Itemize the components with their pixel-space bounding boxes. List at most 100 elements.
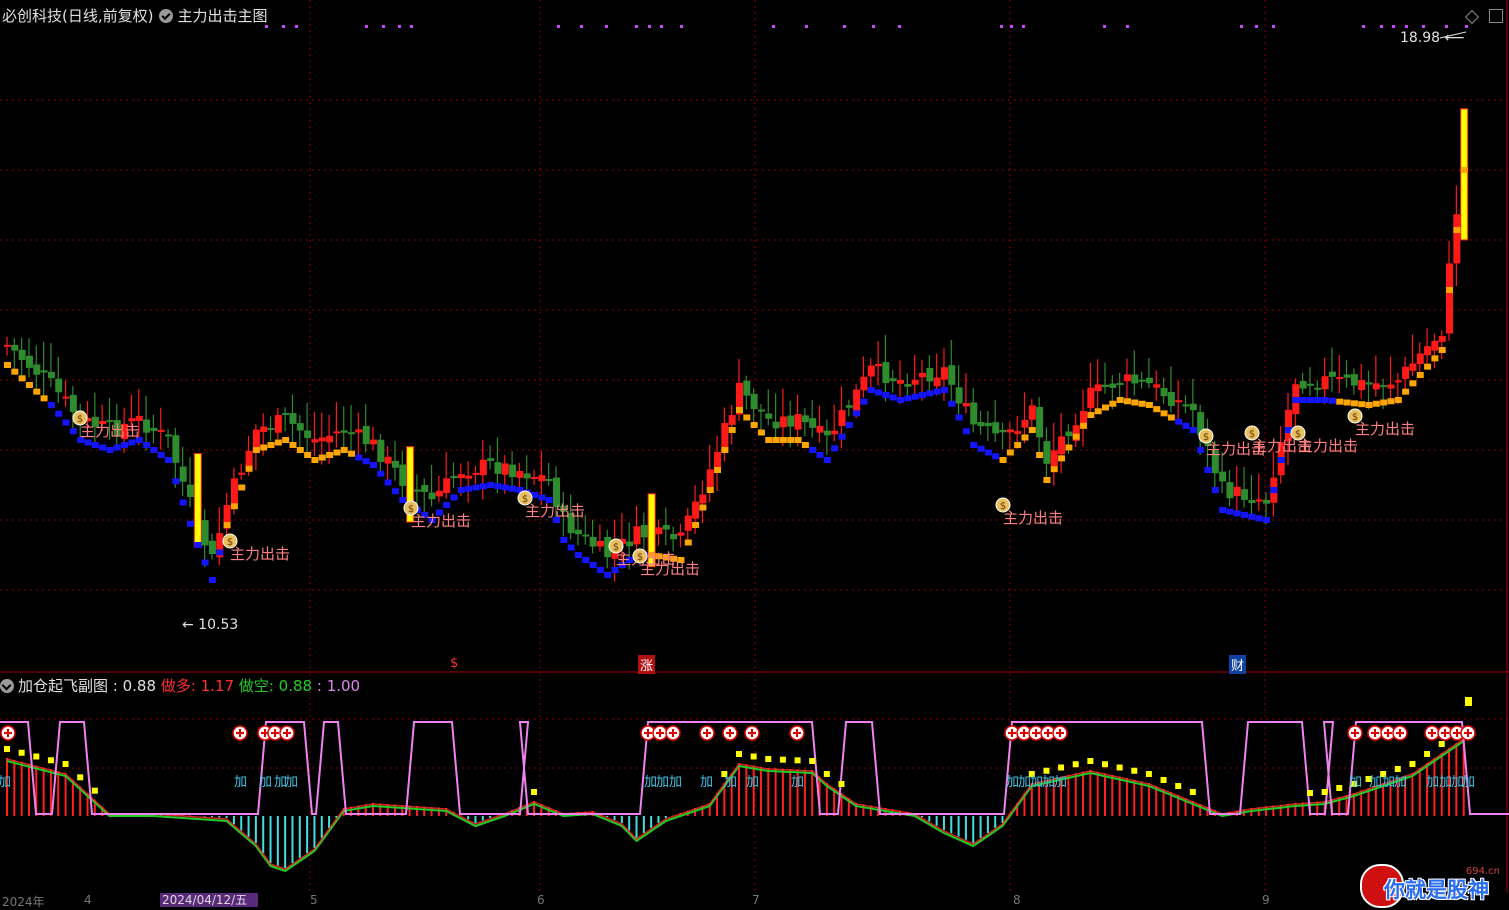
sub-chart-panel[interactable]: 加加加加加加加加加加加加加加加加加加加加加加加加加 bbox=[0, 673, 1509, 893]
candle-body bbox=[443, 478, 451, 494]
candle-body bbox=[384, 456, 392, 464]
trend-line-segment bbox=[128, 439, 136, 446]
yellow-square bbox=[1087, 758, 1094, 764]
candle-body bbox=[457, 474, 465, 479]
candle-body bbox=[801, 415, 809, 423]
candle-body bbox=[1394, 380, 1402, 383]
trend-line-segment bbox=[1306, 397, 1314, 403]
candle-body bbox=[1453, 214, 1461, 264]
trend-line-segment bbox=[1167, 414, 1175, 421]
maximize-icon[interactable] bbox=[1489, 9, 1503, 23]
add-label: 加 bbox=[1462, 775, 1475, 790]
trend-line-segment bbox=[765, 437, 773, 443]
trend-line-segment bbox=[1131, 399, 1139, 406]
candle-body bbox=[655, 527, 663, 535]
candle-body bbox=[1145, 377, 1153, 384]
candle-body bbox=[187, 484, 194, 498]
trend-line-segment bbox=[684, 539, 692, 546]
candle-body bbox=[794, 414, 802, 430]
trend-line-segment bbox=[1328, 397, 1336, 404]
main-chart-title-bar: 必创科技(日线,前复权) 主力出击主图 bbox=[2, 5, 268, 26]
candle-body bbox=[692, 501, 700, 519]
add-label: 加 bbox=[1369, 775, 1382, 790]
sub-indicator-name[interactable]: 加仓起飞副图 bbox=[18, 677, 108, 695]
candle-body bbox=[135, 415, 143, 421]
month-tick: 4 bbox=[84, 893, 92, 907]
trend-line-segment bbox=[845, 422, 853, 428]
candle-body bbox=[538, 475, 546, 482]
trend-line-segment bbox=[1182, 422, 1190, 429]
candle-body bbox=[1387, 384, 1395, 389]
trend-line-segment bbox=[157, 452, 165, 458]
trend-line-segment bbox=[1233, 510, 1241, 517]
trend-line-segment bbox=[1270, 487, 1278, 493]
trend-line-segment bbox=[208, 577, 216, 583]
trend-line-segment bbox=[304, 452, 312, 458]
trend-line-segment bbox=[1409, 380, 1417, 387]
yellow-square bbox=[1175, 783, 1182, 789]
trend-line-segment bbox=[962, 428, 970, 435]
trend-line-segment bbox=[1387, 398, 1395, 405]
candle-body bbox=[238, 472, 246, 475]
trend-line-segment bbox=[882, 392, 890, 398]
candle-body bbox=[18, 349, 26, 360]
trend-line-segment bbox=[1358, 401, 1366, 408]
trend-line-segment bbox=[1036, 452, 1044, 458]
trend-line-segment bbox=[165, 457, 173, 463]
candle-body bbox=[1123, 374, 1131, 382]
signal-dot bbox=[772, 25, 775, 28]
sub-indicator-dropdown-icon[interactable] bbox=[0, 679, 14, 693]
signal-dot bbox=[660, 25, 663, 28]
candle-body bbox=[640, 525, 648, 538]
sub-chart-canvas[interactable]: 加加加加加 加加加加加加加加加加加加加加加加加加加加 bbox=[0, 673, 1509, 893]
candle-body bbox=[1299, 380, 1307, 389]
trend-line-segment bbox=[1189, 427, 1197, 433]
trend-line-segment bbox=[1314, 397, 1322, 403]
candle-body bbox=[1328, 371, 1336, 377]
event-marker-dollar[interactable]: $ bbox=[448, 656, 460, 671]
signal-dot bbox=[843, 25, 846, 28]
signal-label: 主力出击 bbox=[80, 422, 140, 440]
event-marker-cai[interactable]: 财 bbox=[1229, 655, 1247, 674]
level-value: : 1.00 bbox=[316, 677, 361, 695]
trend-line-segment bbox=[867, 387, 875, 393]
add-label: 加 bbox=[724, 775, 737, 790]
crosshair-date-label: 2024/04/12/五 bbox=[160, 893, 258, 907]
candle-body bbox=[1094, 384, 1102, 392]
candle-body bbox=[933, 377, 941, 387]
trend-line-segment bbox=[245, 465, 253, 472]
trend-line-segment bbox=[801, 442, 809, 448]
candle-body bbox=[296, 423, 304, 431]
main-chart-canvas[interactable]: $主力出击$主力出击$主力出击$主力出击$主力出击$主力出击$主力出击$主力出击… bbox=[0, 0, 1509, 673]
candle-body bbox=[494, 462, 502, 474]
event-marker-zhang[interactable]: 涨 bbox=[638, 655, 656, 674]
candle-body bbox=[1248, 499, 1256, 504]
trend-line-segment bbox=[699, 504, 707, 511]
candle-body bbox=[897, 380, 905, 384]
candle-body bbox=[853, 389, 861, 413]
signal-dot bbox=[898, 25, 901, 28]
candle-body bbox=[1043, 441, 1051, 464]
yellow-square bbox=[62, 761, 69, 767]
candle-body bbox=[889, 378, 897, 382]
trend-line-segment bbox=[604, 572, 612, 578]
trend-line-segment bbox=[230, 503, 238, 510]
yellow-square bbox=[47, 757, 54, 764]
month-tick: 6 bbox=[537, 893, 545, 907]
candle-body bbox=[728, 415, 736, 425]
main-indicator-name[interactable]: 主力出击主图 bbox=[177, 7, 267, 25]
trend-line-segment bbox=[1050, 466, 1058, 473]
trend-line-segment bbox=[91, 442, 99, 448]
candle-body bbox=[1321, 376, 1329, 390]
candle-body bbox=[1350, 374, 1358, 386]
trend-line-segment bbox=[984, 449, 992, 456]
add-label: 加 bbox=[234, 775, 247, 790]
yellow-square bbox=[838, 781, 845, 787]
sub-chart-title-bar: 加仓起飞副图 : 0.88 做多: 1.17 做空: 0.88 : 1.00 bbox=[0, 675, 360, 696]
signal-label: 主力出击 bbox=[525, 502, 585, 520]
candle-body bbox=[179, 466, 187, 482]
sub-indicator-value: : 0.88 bbox=[112, 677, 157, 695]
trend-line-segment bbox=[779, 437, 787, 443]
indicator-dropdown-icon[interactable] bbox=[159, 9, 174, 23]
main-chart-panel[interactable]: $主力出击$主力出击$主力出击$主力出击$主力出击$主力出击$主力出击$主力出击… bbox=[0, 0, 1509, 673]
